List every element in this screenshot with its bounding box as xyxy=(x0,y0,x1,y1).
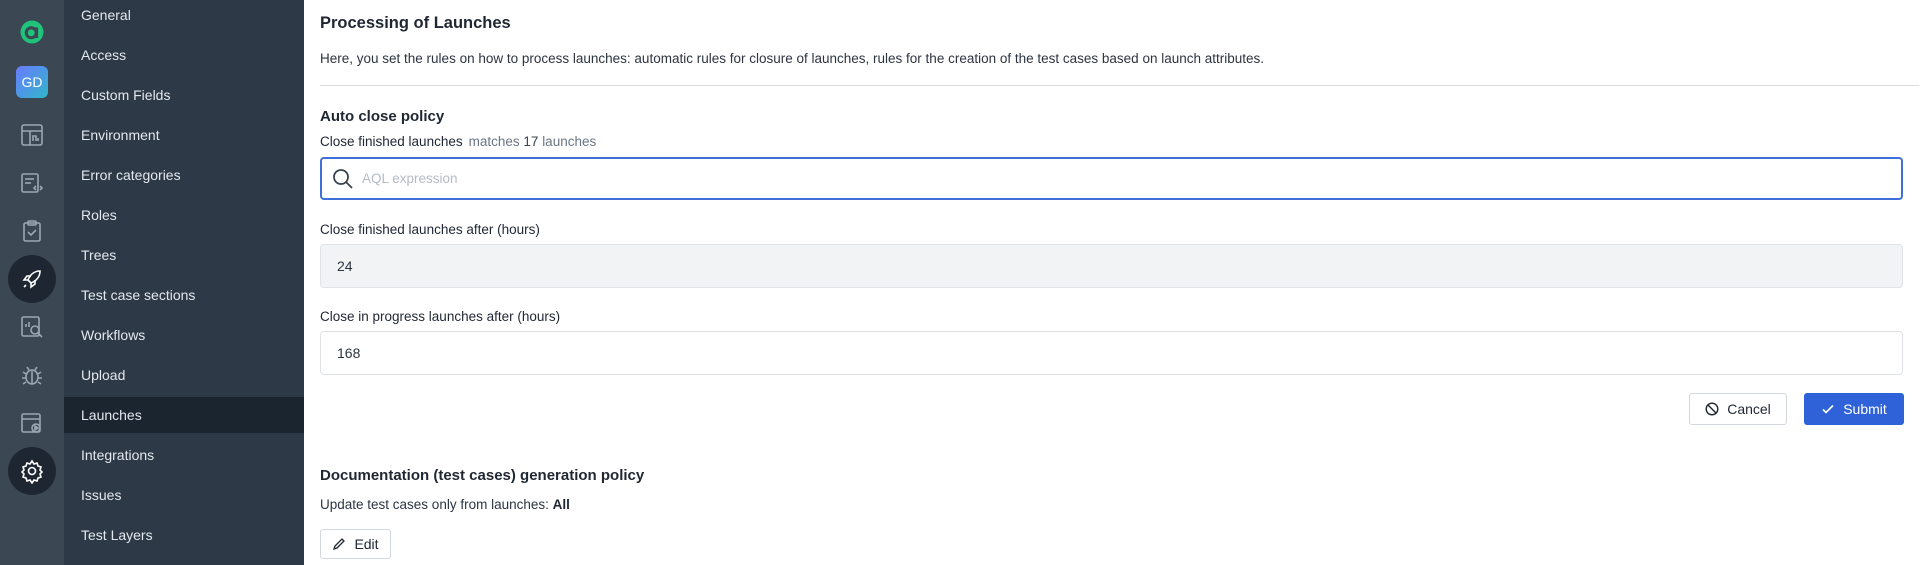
sidebar-item-label: Integrations xyxy=(81,447,155,463)
sidebar-item-upload[interactable]: Upload xyxy=(64,357,304,393)
edit-button[interactable]: Edit xyxy=(320,529,391,559)
page-title: Processing of Launches xyxy=(320,14,511,32)
update-policy-value: All xyxy=(552,497,570,512)
avatar[interactable]: GD xyxy=(16,66,48,98)
pencil-icon xyxy=(333,538,346,551)
sidebar-item-custom-fields[interactable]: Custom Fields xyxy=(64,77,304,113)
jobs-icon[interactable] xyxy=(8,399,56,447)
close-finished-text: Close finished launches xyxy=(320,134,463,149)
sidebar-item-workflows[interactable]: Workflows xyxy=(64,317,304,353)
main-content: Processing of Launches Here, you set the… xyxy=(304,0,1920,565)
sidebar-item-roles[interactable]: Roles xyxy=(64,197,304,233)
in-progress-hours-value: 168 xyxy=(337,345,361,361)
sidebar-item-test-layers[interactable]: Test Layers xyxy=(64,517,304,553)
submit-button[interactable]: Submit xyxy=(1804,393,1904,425)
sidebar-item-label: Error categories xyxy=(81,167,181,183)
avatar-initials: GD xyxy=(21,74,43,90)
doc-policy-heading: Documentation (test cases) generation po… xyxy=(320,467,645,484)
analytics-icon[interactable] xyxy=(8,303,56,351)
auto-close-heading: Auto close policy xyxy=(320,108,445,125)
defects-icon[interactable] xyxy=(8,351,56,399)
sidebar-item-general[interactable]: General xyxy=(64,0,304,33)
close-finished-label: Close finished launches matches 17 launch… xyxy=(320,134,596,149)
sidebar-item-label: Roles xyxy=(81,207,117,223)
sidebar-item-launches[interactable]: Launches xyxy=(64,397,304,433)
after-hours-value: 24 xyxy=(337,258,353,274)
sidebar-item-issues[interactable]: Issues xyxy=(64,477,304,513)
check-icon xyxy=(1822,404,1834,414)
sidebar-item-environment[interactable]: Environment xyxy=(64,117,304,153)
page-description: Here, you set the rules on how to proces… xyxy=(320,51,1265,66)
app-logo-icon[interactable] xyxy=(8,8,56,56)
cancel-label: Cancel xyxy=(1727,401,1771,417)
after-hours-field[interactable]: 24 xyxy=(320,244,1903,288)
update-policy-text: Update test cases only from launches: xyxy=(320,497,549,512)
after-hours-label: Close finished launches after (hours) xyxy=(320,222,540,237)
settings-icon[interactable] xyxy=(8,447,56,495)
launches-icon[interactable] xyxy=(8,255,56,303)
divider xyxy=(320,85,1919,86)
in-progress-label: Close in progress launches after (hours) xyxy=(320,309,561,324)
sidebar-item-label: Custom Fields xyxy=(81,87,171,103)
matches-count: 17 xyxy=(523,134,539,149)
test-cases-icon[interactable] xyxy=(8,159,56,207)
sidebar-item-integrations[interactable]: Integrations xyxy=(64,437,304,473)
cancel-button[interactable]: Cancel xyxy=(1689,393,1787,425)
sidebar-item-error-categories[interactable]: Error categories xyxy=(64,157,304,193)
cancel-icon xyxy=(1705,402,1719,416)
sidebar-item-label: Issues xyxy=(81,487,122,503)
sidebar-item-label: Test Layers xyxy=(81,527,153,543)
settings-sidebar: General Access Custom Fields Environment… xyxy=(64,0,304,565)
submit-label: Submit xyxy=(1843,401,1887,417)
aql-search-box[interactable] xyxy=(320,157,1903,200)
sidebar-item-access[interactable]: Access xyxy=(64,37,304,73)
edit-label: Edit xyxy=(354,536,379,552)
sidebar-item-label: Launches xyxy=(81,407,142,423)
sidebar-item-label: Environment xyxy=(81,127,160,143)
sidebar-item-label: Access xyxy=(81,47,127,63)
in-progress-hours-field[interactable]: 168 xyxy=(320,331,1903,375)
icon-rail: GD xyxy=(0,0,64,565)
search-icon xyxy=(333,168,353,189)
test-plans-icon[interactable] xyxy=(8,207,56,255)
update-policy-line: Update test cases only from launches: Al… xyxy=(320,497,570,512)
sidebar-item-trees[interactable]: Trees xyxy=(64,237,304,273)
aql-expression-input[interactable] xyxy=(360,162,1901,195)
sidebar-item-label: Upload xyxy=(81,367,126,383)
sidebar-item-label: General xyxy=(81,7,131,23)
dashboard-icon[interactable] xyxy=(8,111,56,159)
matches-info: matches 17 launches xyxy=(469,134,597,149)
matches-prefix: matches xyxy=(468,134,520,149)
sidebar-item-label: Trees xyxy=(81,247,117,263)
sidebar-item-label: Test case sections xyxy=(81,287,196,303)
sidebar-item-test-case-sections[interactable]: Test case sections xyxy=(64,277,304,313)
matches-suffix: launches xyxy=(542,134,597,149)
sidebar-item-label: Workflows xyxy=(81,327,146,343)
